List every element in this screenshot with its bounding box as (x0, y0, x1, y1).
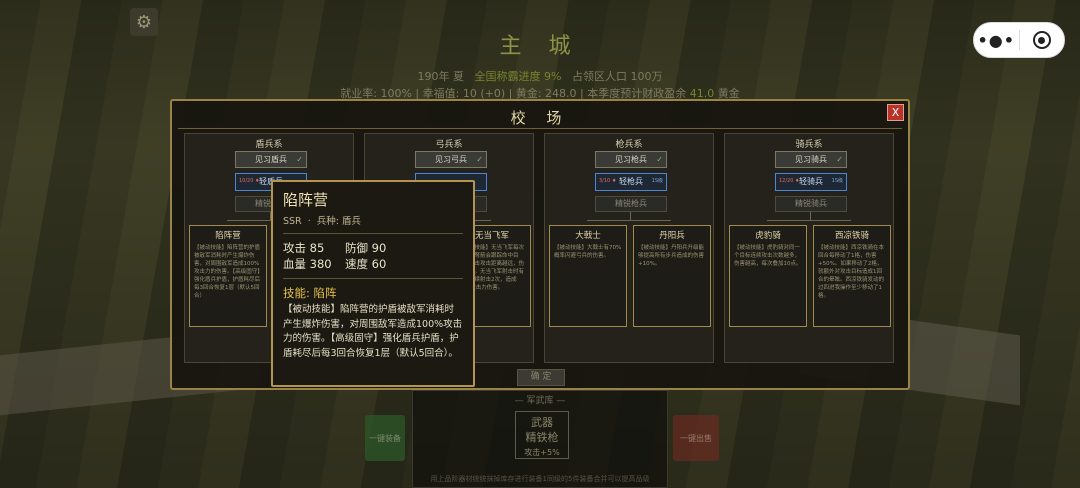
unit-tooltip: 陷阵营 SSR · 兵种: 盾兵 攻击 85 防御 90 血量 380 速度 60 … (271, 180, 475, 387)
sell-all-button[interactable]: 一键出售 (673, 415, 719, 461)
tree-branch (587, 220, 671, 221)
dialog-title: 校 场 (510, 109, 570, 127)
tree-connector (630, 212, 631, 220)
unit-count: 3/10 ♦ (599, 178, 617, 184)
unit-node-current[interactable]: 3/10 ♦ 轻枪兵 1S级 (595, 173, 667, 191)
unit-node-current[interactable]: 12/20 ♦ 轻骑兵 1S级 (775, 173, 847, 191)
unit-node-basic[interactable]: 见习枪兵 ✓ (595, 151, 667, 168)
elite-unit-description: 【被动技能】大戟士有70%概率闪避弓兵的伤害。 (554, 245, 622, 259)
check-icon: ✓ (296, 155, 303, 164)
tooltip-divider-2 (283, 278, 463, 279)
unit-level: 1S级 (651, 178, 663, 184)
title-divider (178, 128, 902, 129)
stat-defense: 防御 90 (345, 241, 387, 255)
weapon-type: 武器 (531, 416, 553, 429)
elite-unit-description: 【被动技能】丹阳兵升级能够提高所有步兵造成的伤害+10%。 (638, 245, 705, 267)
elite-unit-name: 西凉铁骑 (834, 231, 869, 241)
tree-connector (810, 212, 811, 220)
status-line-1: 190年 夏 全国称霸进度 9% 占领区人口 100万 (0, 68, 1080, 84)
elite-unit-card[interactable]: 虎豹骑 【被动技能】虎豹骑对同一个目标连续攻击次数越多，伤害越高，每次叠加10点… (729, 225, 807, 327)
miniprogram-capsule: •●• (973, 22, 1065, 58)
weapon-bonus: 攻击+5% (524, 448, 560, 457)
armory-note: 用上品阶器材统统抹掉库存进行装备1同级的5件装备合并可以提高品级 (430, 475, 650, 483)
record-icon (1032, 31, 1051, 49)
armory-panel: — 军武库 — 武器 精铁枪 攻击+5% 用上品阶器材统统抹掉库存进行装备1同级… (412, 390, 668, 488)
column-title: 骑兵系 (795, 140, 823, 150)
check-icon: ✓ (836, 155, 843, 164)
more-dots-icon: •●• (977, 30, 1015, 50)
unit-column-spear: 枪兵系 见习枪兵 ✓ 3/10 ♦ 轻枪兵 1S级精锐枪兵 大戟士 【被动技能】大戟士有… (544, 133, 714, 363)
unit-stats: 攻击 85 防御 90 血量 380 速度 60 (283, 240, 463, 272)
unit-node-basic[interactable]: 见习弓兵 ✓ (415, 151, 487, 168)
elite-unit-description: 【被动技能】西凉铁骑在本回合每移动了1格，伤害+50%。如果移动了2格，就额外对… (818, 245, 885, 299)
equip-all-button[interactable]: 一键装备 (365, 415, 405, 461)
unit-node-label: 见习枪兵 (615, 155, 647, 164)
unit-level: 1S级 (831, 178, 843, 184)
confirm-button[interactable]: 确 定 (517, 369, 565, 386)
unit-name: 陷阵营 (283, 191, 329, 209)
elite-unit-description: 【被动技能】陷阵营的护盾被敌军消耗时产生爆炸伤害，对周围敌军造成100%攻击力的… (194, 245, 261, 299)
check-icon: ✓ (476, 155, 483, 164)
unit-node-label: 轻枪兵 (619, 177, 643, 186)
unit-type: 兵种: 盾兵 (316, 216, 362, 227)
elite-unit-card[interactable]: 大戟士 【被动技能】大戟士有70%概率闪避弓兵的伤害。 (549, 225, 627, 327)
close-program-button[interactable] (1020, 31, 1065, 49)
armory-header: — 军武库 — (514, 396, 566, 406)
year-season: 190年 夏 (417, 70, 465, 83)
unit-node-label: 轻骑兵 (799, 177, 823, 186)
elite-unit-name: 丹阳兵 (659, 231, 685, 241)
column-title: 弓兵系 (435, 140, 463, 150)
unit-node-label: 见习盾兵 (255, 155, 287, 164)
stat-hp: 血量 380 (283, 257, 332, 271)
elite-unit-name: 陷阵营 (215, 231, 241, 241)
conquest-progress-value: 9% (544, 70, 562, 83)
conquest-progress-label: 全国称霸进度 (474, 70, 541, 83)
check-icon: ✓ (656, 155, 663, 164)
separator-dot: · (307, 216, 311, 227)
column-title: 盾兵系 (255, 140, 283, 150)
unit-node-basic[interactable]: 见习骑兵 ✓ (775, 151, 847, 168)
more-button[interactable]: •●• (974, 31, 1019, 50)
unit-subtitle: SSR · 兵种: 盾兵 (283, 213, 463, 227)
unit-node-basic[interactable]: 见习盾兵 ✓ (235, 151, 307, 168)
elite-unit-name: 大戟士 (575, 231, 601, 241)
skill-description: 【被动技能】陷阵营的护盾被敌军消耗时产生爆炸伤害，对周围敌军造成100%攻击力的… (283, 304, 463, 359)
stat-attack: 攻击 85 (283, 241, 325, 255)
elite-unit-card[interactable]: 陷阵营 【被动技能】陷阵营的护盾被敌军消耗时产生爆炸伤害，对周围敌军造成100%… (189, 225, 267, 327)
close-button[interactable]: X (887, 104, 904, 121)
city-title: 主 城 (499, 34, 581, 59)
weapon-slot[interactable]: 武器 精铁枪 攻击+5% (515, 411, 569, 459)
unit-node-label: 见习弓兵 (435, 155, 467, 164)
unit-rarity: SSR (283, 216, 302, 227)
tooltip-divider (283, 233, 463, 234)
stat-speed: 速度 60 (345, 257, 387, 271)
skill-name: 技能: 陷阵 (283, 286, 337, 300)
unit-count: 12/20 ♦ (779, 178, 800, 184)
unit-count: 10/20 ♦ (239, 178, 260, 184)
elite-unit-description: 【被动技能】虎豹骑对同一个目标连续攻击次数越多，伤害越高，每次叠加10点。 (734, 245, 802, 267)
elite-unit-name: 虎豹骑 (755, 231, 781, 241)
unit-column-cavalry: 骑兵系 见习骑兵 ✓ 12/20 ♦ 轻骑兵 1S级精锐骑兵 虎豹骑 【被动技能】虎豹骑… (724, 133, 894, 363)
tree-branch (767, 220, 851, 221)
unit-node-locked[interactable]: 精锐枪兵 (595, 196, 667, 212)
elite-unit-card[interactable]: 西凉铁骑 【被动技能】西凉铁骑在本回合每移动了1格，伤害+50%。如果移动了2格… (813, 225, 891, 327)
unit-node-locked[interactable]: 精锐骑兵 (775, 196, 847, 212)
population: 占领区人口 100万 (571, 70, 663, 83)
column-title: 枪兵系 (615, 140, 643, 150)
weapon-name: 精铁枪 (525, 431, 559, 444)
unit-node-label: 见习骑兵 (795, 155, 827, 164)
elite-unit-card[interactable]: 丹阳兵 【被动技能】丹阳兵升级能够提高所有步兵造成的伤害+10%。 (633, 225, 711, 327)
